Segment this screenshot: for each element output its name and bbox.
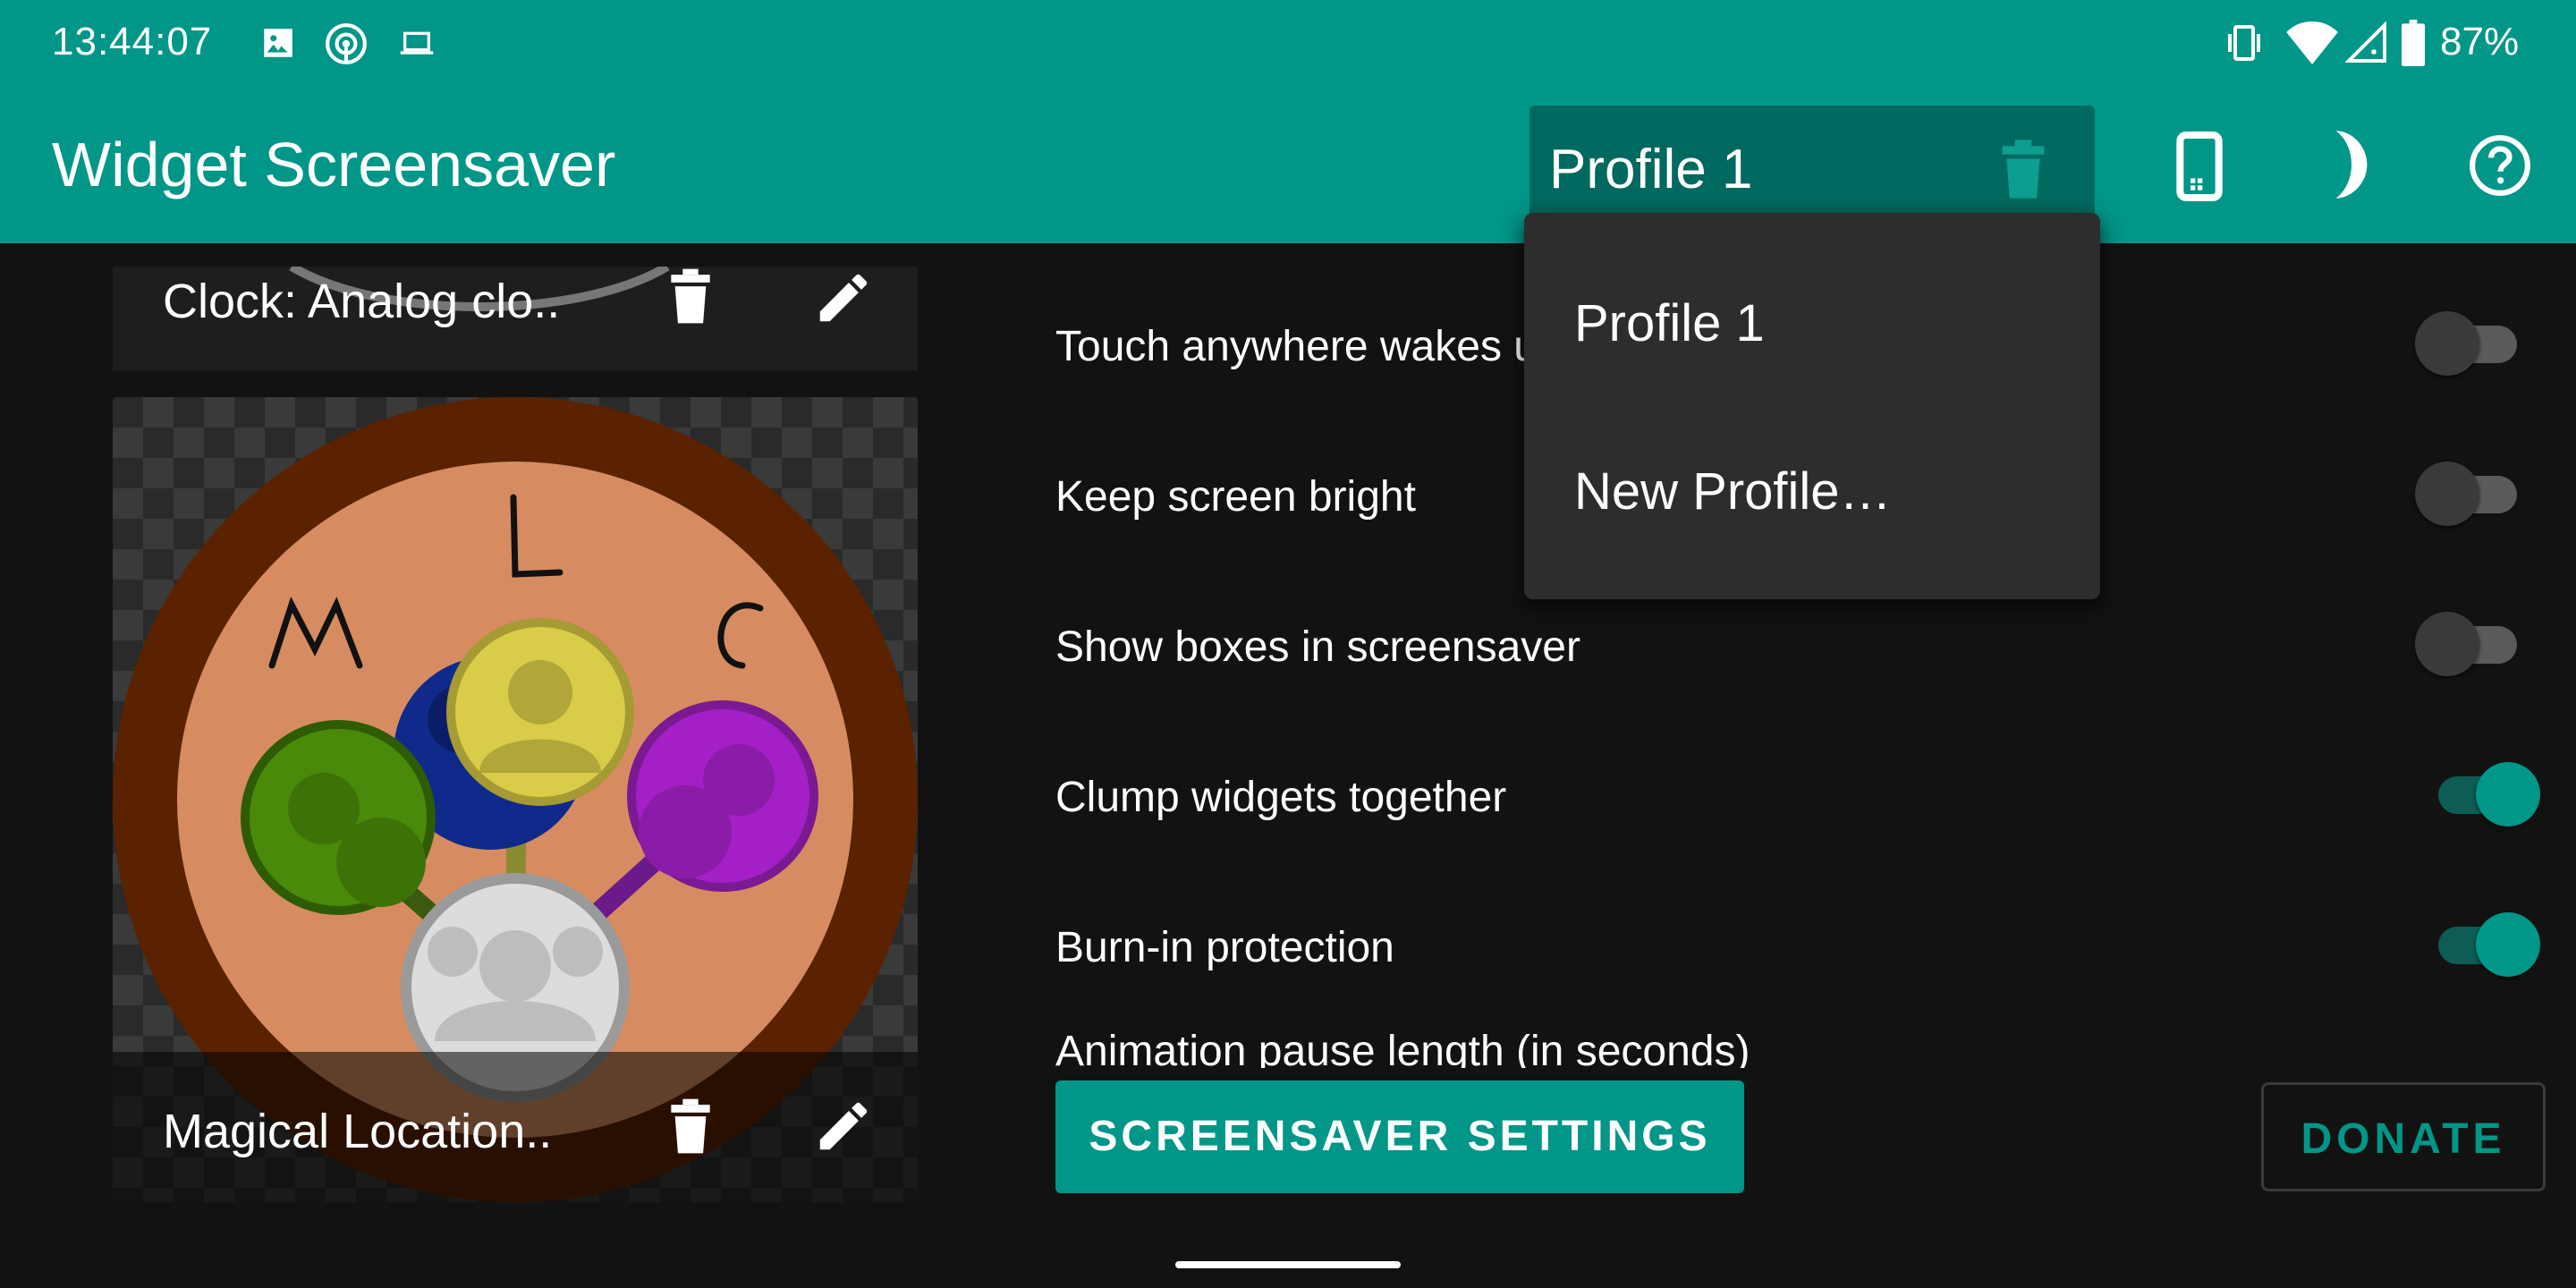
edit-icon[interactable] bbox=[812, 267, 875, 334]
widget-card-clock[interactable]: Clock: Analog clo.. bbox=[113, 267, 918, 370]
status-time: 13:44:07 bbox=[52, 20, 213, 64]
trash-icon[interactable] bbox=[667, 267, 714, 332]
profile-menu-item-new-profile[interactable]: New Profile… bbox=[1574, 462, 1892, 521]
setting-label-animation-pause: Animation pause length (in seconds) bbox=[1055, 1028, 1750, 1068]
moon-icon[interactable] bbox=[2326, 131, 2377, 203]
vibrate-icon bbox=[2222, 21, 2267, 69]
setting-label-burn-in: Burn-in protection bbox=[1055, 924, 1394, 971]
setting-label-show-boxes: Show boxes in screensaver bbox=[1055, 623, 1580, 671]
screensaver-settings-button[interactable]: SCREENSAVER SETTINGS bbox=[1055, 1080, 1744, 1193]
setting-clip-area: Animation pause length (in seconds) bbox=[1055, 1020, 2397, 1068]
hotspot-icon bbox=[324, 21, 369, 71]
widget-caption: Magical Location.. bbox=[163, 1105, 553, 1158]
profile-menu: Profile 1 New Profile… bbox=[1524, 213, 2100, 599]
battery-percent: 87% bbox=[2440, 20, 2520, 64]
battery-icon bbox=[2401, 20, 2426, 71]
trash-icon[interactable] bbox=[667, 1095, 714, 1162]
gesture-nav-handle[interactable] bbox=[1175, 1261, 1401, 1268]
delete-profile-icon[interactable] bbox=[1998, 140, 2048, 203]
donate-button[interactable]: DONATE bbox=[2261, 1082, 2546, 1191]
wifi-icon bbox=[2286, 21, 2338, 69]
edit-icon[interactable] bbox=[812, 1095, 875, 1162]
profile-dropdown-label: Profile 1 bbox=[1549, 139, 1753, 200]
toggle-touch-wake[interactable] bbox=[2415, 311, 2519, 376]
setting-label-clump-widgets: Clump widgets together bbox=[1055, 774, 1507, 821]
widget-card-magical-location[interactable]: Magical Location.. bbox=[113, 397, 918, 1202]
image-icon bbox=[259, 21, 297, 69]
toggle-keep-bright[interactable] bbox=[2415, 462, 2519, 526]
setting-label-touch-wake: Touch anywhere wakes up bbox=[1055, 323, 1562, 370]
signal-icon bbox=[2344, 21, 2388, 69]
help-icon[interactable] bbox=[2467, 132, 2533, 203]
toggle-show-boxes[interactable] bbox=[2415, 612, 2519, 676]
profile-dropdown[interactable]: Profile 1 bbox=[1530, 106, 2095, 229]
widget-caption: Clock: Analog clo.. bbox=[163, 275, 561, 328]
status-bar: 13:44:07 87% bbox=[0, 0, 2576, 89]
profile-menu-item-profile-1[interactable]: Profile 1 bbox=[1574, 293, 1765, 353]
toggle-clump-widgets[interactable] bbox=[2415, 762, 2540, 826]
app-bar: Widget Screensaver Profile 1 bbox=[0, 89, 2576, 243]
app-title: Widget Screensaver bbox=[52, 130, 616, 199]
toggle-burn-in[interactable] bbox=[2415, 912, 2540, 977]
setting-label-keep-bright: Keep screen bright bbox=[1055, 473, 1416, 521]
phone-icon[interactable] bbox=[2175, 131, 2224, 207]
laptop-icon bbox=[399, 30, 435, 62]
